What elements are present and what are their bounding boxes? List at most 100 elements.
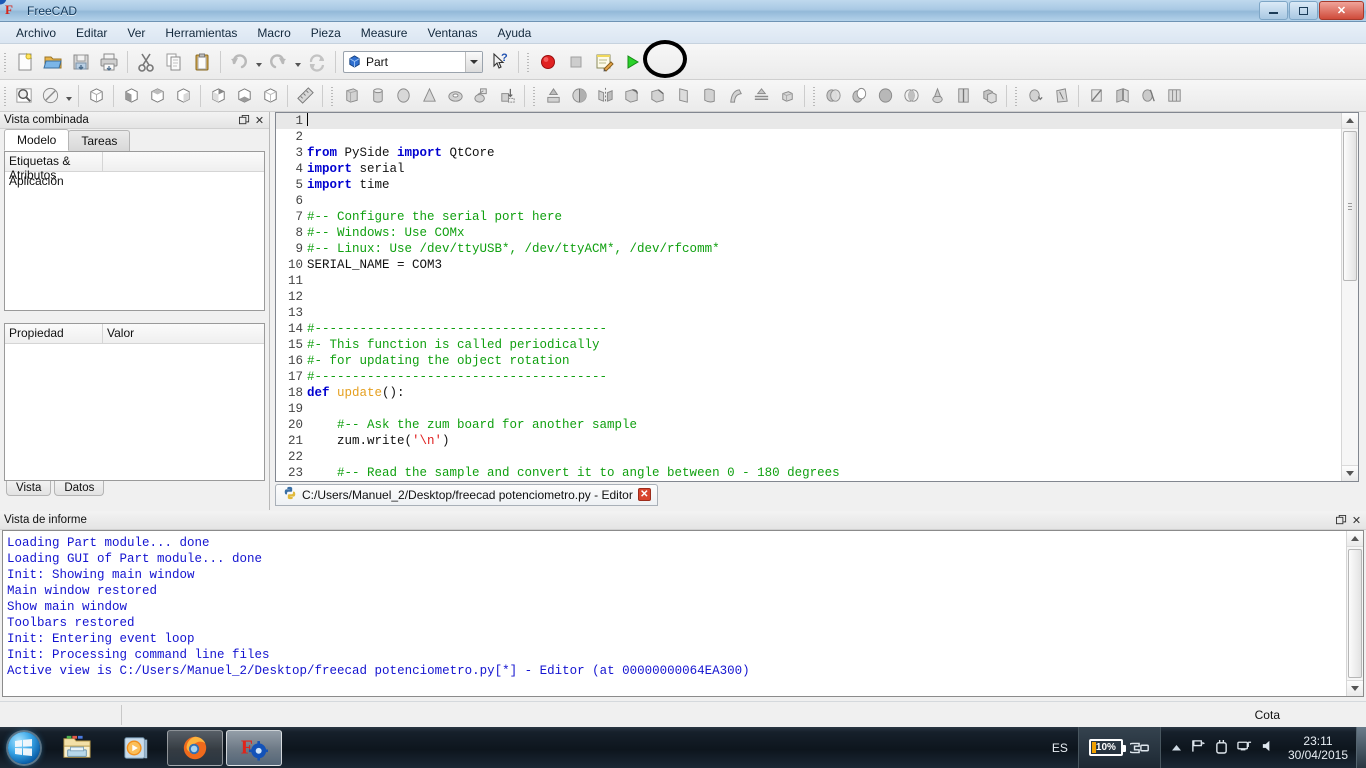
model-tree-body[interactable]: Aplicación xyxy=(5,172,264,310)
code-line[interactable]: 1 xyxy=(276,113,1341,129)
scroll-up-arrow-icon[interactable] xyxy=(1342,113,1358,129)
cut-icon[interactable] xyxy=(132,48,160,76)
check-geometry-icon[interactable] xyxy=(1022,83,1048,109)
code-line[interactable]: 13 xyxy=(276,305,1341,321)
draw-style-dropdown-arrow[interactable] xyxy=(63,83,74,109)
taskbar-file-explorer[interactable] xyxy=(49,730,105,766)
refresh-icon[interactable] xyxy=(303,48,331,76)
python-editor-window[interactable]: 1 2 3 from PySide import QtCore 4 import seri… xyxy=(275,112,1359,482)
toolbar-grip[interactable] xyxy=(2,84,9,107)
menu-macro[interactable]: Macro xyxy=(247,24,300,42)
box-primitive-icon[interactable] xyxy=(338,83,364,109)
toolbar-grip[interactable] xyxy=(329,84,336,107)
code-text-area[interactable]: 1 2 3 from PySide import QtCore 4 import seri… xyxy=(276,113,1341,481)
code-line[interactable]: 18 def update(): xyxy=(276,385,1341,401)
boolean-icon[interactable] xyxy=(820,83,846,109)
minimize-button[interactable] xyxy=(1259,1,1288,20)
save-document-icon[interactable] xyxy=(67,48,95,76)
code-line[interactable]: 7 #-- Configure the serial port here xyxy=(276,209,1341,225)
toolbar-grip[interactable] xyxy=(531,84,538,107)
cut-boolean-icon[interactable] xyxy=(846,83,872,109)
code-line[interactable]: 22 xyxy=(276,449,1341,465)
bottom-view-icon[interactable] xyxy=(231,83,257,109)
code-line[interactable]: 14 #-------------------------------------… xyxy=(276,321,1341,337)
code-line[interactable]: 11 xyxy=(276,273,1341,289)
cylinder-primitive-icon[interactable] xyxy=(364,83,390,109)
tab-tareas[interactable]: Tareas xyxy=(68,130,131,151)
tree-item-aplicacion[interactable]: Aplicación xyxy=(9,174,260,188)
front-view-icon[interactable] xyxy=(118,83,144,109)
editor-vertical-scrollbar[interactable] xyxy=(1341,113,1358,481)
open-document-icon[interactable] xyxy=(39,48,67,76)
report-scrollbar-thumb[interactable] xyxy=(1348,549,1362,678)
print-document-icon[interactable] xyxy=(95,48,123,76)
intersection-icon[interactable] xyxy=(898,83,924,109)
code-line[interactable]: 10 SERIAL_NAME = COM3 xyxy=(276,257,1341,273)
code-line[interactable]: 5 import time xyxy=(276,177,1341,193)
rear-view-icon[interactable] xyxy=(205,83,231,109)
undo-dropdown-arrow[interactable] xyxy=(253,48,264,76)
float-panel-icon[interactable] xyxy=(237,113,252,127)
close-tab-icon[interactable]: ✕ xyxy=(637,488,651,501)
cone-primitive-icon[interactable] xyxy=(416,83,442,109)
macro-execute-button[interactable] xyxy=(618,48,646,76)
taskbar-freecad[interactable]: F xyxy=(226,729,282,766)
start-button[interactable] xyxy=(2,730,46,766)
isometric-view-icon[interactable] xyxy=(83,83,109,109)
code-line[interactable]: 19 xyxy=(276,401,1341,417)
report-view-box[interactable]: Loading Part module... done Loading GUI o… xyxy=(2,530,1364,697)
toolbar-grip[interactable] xyxy=(811,84,818,107)
code-line[interactable]: 23 #-- Read the sample and convert it to… xyxy=(276,465,1341,481)
extrude-icon[interactable] xyxy=(540,83,566,109)
redo-dropdown-arrow[interactable] xyxy=(292,48,303,76)
macro-stop-icon[interactable] xyxy=(562,48,590,76)
menu-herramientas[interactable]: Herramientas xyxy=(155,24,247,42)
toolbar-grip[interactable] xyxy=(525,50,532,73)
close-button[interactable]: ✕ xyxy=(1319,1,1364,20)
close-panel-icon[interactable]: ✕ xyxy=(252,113,267,127)
macro-edit-icon[interactable] xyxy=(590,48,618,76)
shape-builder-icon[interactable] xyxy=(494,83,520,109)
language-indicator[interactable]: ES xyxy=(1042,741,1078,755)
code-line[interactable]: 3 from PySide import QtCore xyxy=(276,145,1341,161)
code-line[interactable]: 12 xyxy=(276,289,1341,305)
code-line[interactable]: 6 xyxy=(276,193,1341,209)
menu-ver[interactable]: Ver xyxy=(117,24,155,42)
menu-pieza[interactable]: Pieza xyxy=(301,24,351,42)
defeaturing-icon[interactable] xyxy=(1048,83,1074,109)
undo-icon[interactable] xyxy=(225,48,253,76)
toolbar-grip[interactable] xyxy=(1013,84,1020,107)
redo-icon[interactable] xyxy=(264,48,292,76)
split-apart-icon[interactable] xyxy=(1161,83,1187,109)
scroll-up-arrow-icon[interactable] xyxy=(1347,531,1363,547)
property-editor-body[interactable] xyxy=(5,344,264,480)
right-view-icon[interactable] xyxy=(170,83,196,109)
compound-icon[interactable] xyxy=(976,83,1002,109)
code-line[interactable]: 15 #- This function is called periodicall… xyxy=(276,337,1341,353)
show-hidden-icons-chevron[interactable] xyxy=(1171,741,1182,755)
copy-icon[interactable] xyxy=(160,48,188,76)
model-tree[interactable]: Etiquetas & Atributos Aplicación xyxy=(4,151,265,311)
revolve-icon[interactable] xyxy=(566,83,592,109)
code-line[interactable]: 9 #-- Linux: Use /dev/ttyUSB*, /dev/ttyAC… xyxy=(276,241,1341,257)
loft-icon[interactable] xyxy=(696,83,722,109)
taskbar-firefox[interactable] xyxy=(167,729,223,766)
tab-modelo[interactable]: Modelo xyxy=(4,129,70,151)
menu-editar[interactable]: Editar xyxy=(66,24,117,42)
taskbar-media-player[interactable] xyxy=(108,730,164,766)
new-document-icon[interactable] xyxy=(11,48,39,76)
section-icon[interactable] xyxy=(748,83,774,109)
network-icon[interactable] xyxy=(1237,739,1252,756)
code-line[interactable]: 2 xyxy=(276,129,1341,145)
flag-action-center-icon[interactable] xyxy=(1191,739,1206,756)
code-line[interactable]: 20 #-- Ask the zum board for another sam… xyxy=(276,417,1341,433)
restore-button[interactable] xyxy=(1289,1,1318,20)
menu-ventanas[interactable]: Ventanas xyxy=(417,24,487,42)
menu-measure[interactable]: Measure xyxy=(351,24,418,42)
macro-record-icon[interactable] xyxy=(534,48,562,76)
ruled-surface-icon[interactable] xyxy=(670,83,696,109)
scroll-down-arrow-icon[interactable] xyxy=(1342,465,1358,481)
union-icon[interactable] xyxy=(872,83,898,109)
draw-style-icon[interactable] xyxy=(37,83,63,109)
code-line[interactable]: 21 zum.write('\n') xyxy=(276,433,1341,449)
